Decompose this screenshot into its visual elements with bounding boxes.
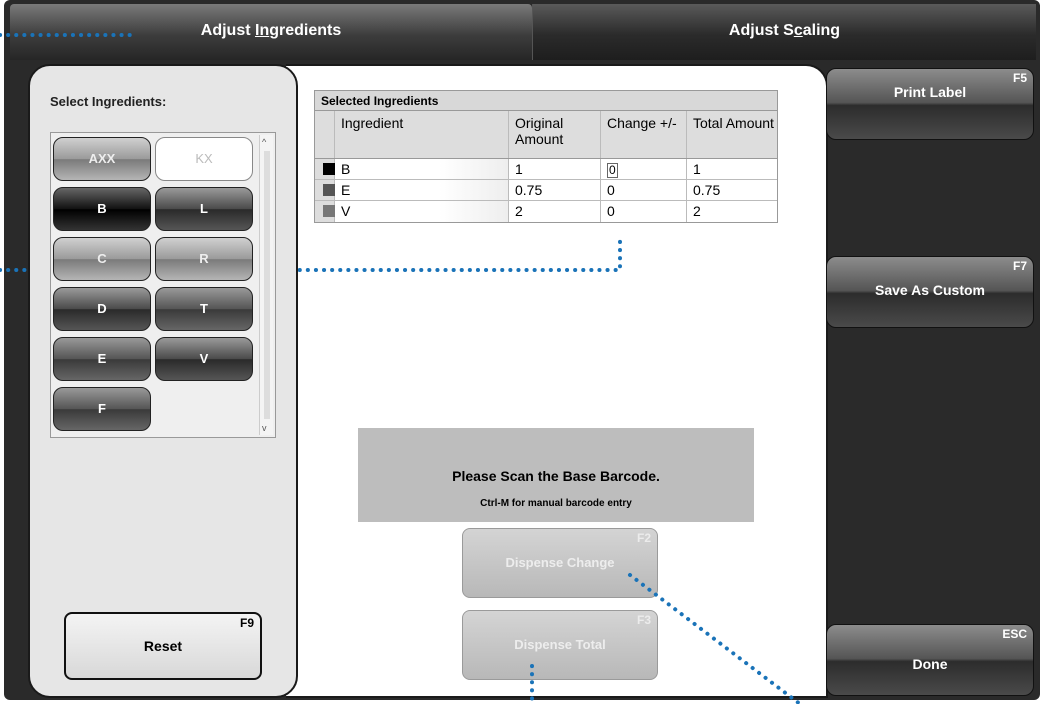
reset-button[interactable]: F9 Reset bbox=[64, 612, 262, 680]
dispense-total-button[interactable]: F3 Dispense Total bbox=[462, 610, 658, 680]
table-header: Ingredient Original Amount Change +/- To… bbox=[315, 111, 777, 159]
tab-accelerator: c bbox=[793, 22, 803, 39]
ingredient-button[interactable]: T bbox=[155, 287, 253, 331]
ingredient-button[interactable]: R bbox=[155, 237, 253, 281]
select-ingredients-title: Select Ingredients: bbox=[50, 94, 167, 109]
header-ingredient: Ingredient bbox=[335, 111, 509, 158]
fkey-label: F2 bbox=[636, 531, 651, 545]
fkey-label: F3 bbox=[636, 613, 651, 627]
change-edit-field[interactable]: 0 bbox=[607, 163, 618, 178]
fkey-label: F5 bbox=[1012, 71, 1027, 85]
cell-original: 0.75 bbox=[509, 180, 601, 200]
ingredient-button[interactable]: AXX bbox=[53, 137, 151, 181]
print-label-label: Print Label bbox=[893, 84, 967, 100]
reset-label: Reset bbox=[143, 638, 183, 654]
dispense-change-button[interactable]: F2 Dispense Change bbox=[462, 528, 658, 598]
row-color-swatch bbox=[315, 159, 335, 179]
fkey-label: F9 bbox=[239, 616, 254, 630]
scan-hint: Ctrl-M for manual barcode entry bbox=[480, 498, 632, 509]
tab-label-rest: aling bbox=[802, 22, 841, 39]
row-color-swatch bbox=[315, 201, 335, 222]
table-caption: Selected Ingredients bbox=[315, 91, 777, 111]
cell-original: 1 bbox=[509, 159, 601, 179]
dispense-total-label: Dispense Total bbox=[514, 637, 606, 652]
ingredient-button[interactable]: KX bbox=[155, 137, 253, 181]
tab-label-part: Adjust bbox=[200, 22, 255, 39]
tab-accelerator-2: n bbox=[259, 22, 270, 39]
scan-prompt-box: Please Scan the Base Barcode. Ctrl-M for… bbox=[358, 428, 754, 522]
main-panel: Selected Ingredients Ingredient Original… bbox=[286, 64, 828, 698]
scroll-track[interactable] bbox=[264, 151, 270, 419]
cell-ingredient: B bbox=[335, 159, 509, 179]
cell-change-input[interactable]: 0 bbox=[601, 159, 687, 179]
swatch-e bbox=[323, 184, 335, 196]
ingredient-button[interactable]: L bbox=[155, 187, 253, 231]
ingredient-button[interactable]: E bbox=[53, 337, 151, 381]
swatch-b bbox=[323, 163, 335, 175]
cell-total: 2 bbox=[693, 203, 701, 219]
done-button[interactable]: ESC Done bbox=[826, 624, 1034, 696]
scroll-down-icon[interactable]: v bbox=[262, 423, 267, 433]
tab-label-rest: gredients bbox=[269, 22, 342, 39]
cell-ingredient: E bbox=[335, 180, 509, 200]
ingredient-button[interactable]: D bbox=[53, 287, 151, 331]
ingredient-list: AXX KX B L C R D T E V F ^ v bbox=[50, 132, 276, 438]
header-change: Change +/- bbox=[601, 111, 687, 158]
header-total-amount: Total Amount bbox=[693, 115, 774, 131]
table-row[interactable]: B 1 0 1 bbox=[315, 159, 777, 180]
ingredient-button[interactable]: V bbox=[155, 337, 253, 381]
scan-message: Please Scan the Base Barcode. bbox=[452, 468, 660, 484]
ingredient-button[interactable]: F bbox=[53, 387, 151, 431]
cell-ingredient: V bbox=[335, 201, 509, 222]
dispense-change-label: Dispense Change bbox=[505, 555, 615, 570]
save-as-custom-button[interactable]: F7 Save As Custom bbox=[826, 256, 1034, 328]
done-label: Done bbox=[912, 656, 948, 672]
row-marker-header bbox=[315, 111, 335, 158]
ingredient-selector-panel: Select Ingredients: AXX KX B L C R D T E… bbox=[28, 64, 298, 698]
cell-change[interactable]: 0 bbox=[601, 201, 687, 222]
screenshot-frame: Adjust Ingredients Adjust Scaling Select… bbox=[0, 0, 1047, 704]
app-window: Adjust Ingredients Adjust Scaling Select… bbox=[4, 0, 1040, 700]
cell-total: 1 bbox=[693, 161, 701, 177]
fkey-label: F7 bbox=[1012, 259, 1027, 273]
tab-label-part: Adjust S bbox=[728, 22, 794, 39]
ingredient-button[interactable]: C bbox=[53, 237, 151, 281]
tab-adjust-scaling[interactable]: Adjust Scaling bbox=[532, 4, 1036, 60]
fkey-label: ESC bbox=[1002, 627, 1027, 641]
cell-total: 0.75 bbox=[693, 182, 721, 198]
row-color-swatch bbox=[315, 180, 335, 200]
ingredient-button[interactable]: B bbox=[53, 187, 151, 231]
scroll-up-icon[interactable]: ^ bbox=[262, 137, 266, 147]
table-row[interactable]: V 2 0 2 bbox=[315, 201, 777, 222]
ingredient-scrollbar[interactable]: ^ v bbox=[259, 135, 273, 435]
header-original-amount: Original Amount bbox=[509, 111, 601, 158]
cell-change[interactable]: 0 bbox=[601, 180, 687, 200]
tab-adjust-ingredients[interactable]: Adjust Ingredients bbox=[10, 4, 532, 60]
print-label-button[interactable]: F5 Print Label bbox=[826, 68, 1034, 140]
swatch-v bbox=[323, 205, 335, 217]
table-row[interactable]: E 0.75 0 0.75 bbox=[315, 180, 777, 201]
cell-original: 2 bbox=[509, 201, 601, 222]
save-as-custom-label: Save As Custom bbox=[875, 282, 985, 298]
selected-ingredients-table: Selected Ingredients Ingredient Original… bbox=[314, 90, 778, 223]
